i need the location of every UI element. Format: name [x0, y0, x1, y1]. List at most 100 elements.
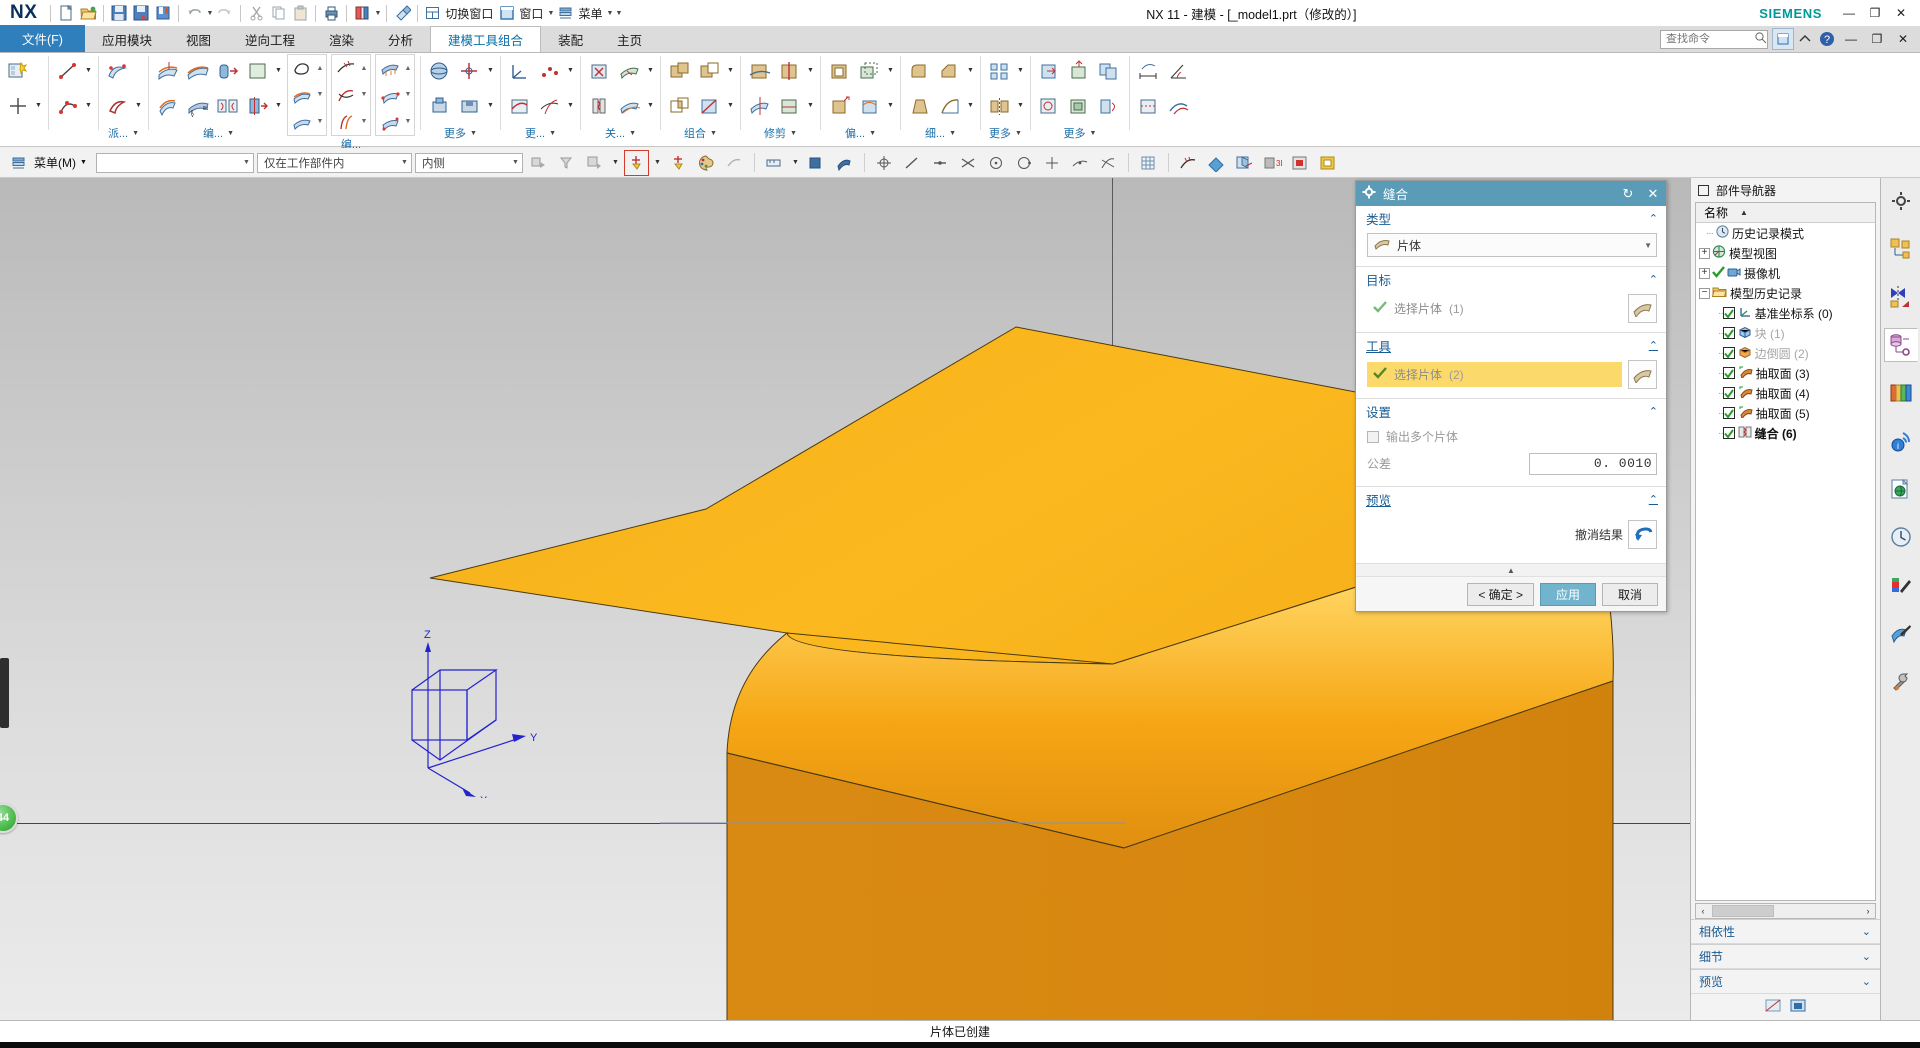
chevron-double-down-icon[interactable]: ▼: [403, 118, 413, 125]
chevron-down-icon[interactable]: ▼: [805, 55, 816, 86]
list-item[interactable]: ·· 抽取面 (4): [1696, 383, 1875, 403]
preview-off-icon[interactable]: [1765, 998, 1782, 1016]
dialog-header[interactable]: 缝合 ↻ ✕: [1356, 181, 1666, 206]
panel-resize-handle[interactable]: [0, 658, 9, 728]
chevron-down-icon[interactable]: ▼: [869, 130, 876, 137]
chevron-down-icon[interactable]: ▼: [1644, 241, 1652, 250]
chevron-down-icon[interactable]: ⌄: [1862, 925, 1871, 938]
chevron-down-icon[interactable]: ▼: [565, 90, 576, 121]
chevron-down-icon[interactable]: ▼: [227, 130, 234, 137]
chevron-down-icon[interactable]: ▼: [401, 159, 408, 166]
thicken-icon[interactable]: [615, 90, 645, 121]
chevron-up-icon[interactable]: ▲: [315, 65, 325, 72]
save-as-icon[interactable]: [130, 2, 152, 24]
mirror-geometry-icon[interactable]: [213, 90, 243, 121]
chevron-down-icon[interactable]: ▼: [725, 55, 736, 86]
ribbon-group-label-combine[interactable]: 组合 ▼: [664, 123, 737, 143]
face-body-icon[interactable]: [832, 150, 857, 176]
settings-gear-icon[interactable]: [1884, 184, 1918, 218]
chevron-down-icon[interactable]: ⌄: [1862, 950, 1871, 963]
chevron-down-icon[interactable]: ▼: [485, 55, 496, 86]
list-item[interactable]: + 摄像机: [1696, 263, 1875, 283]
search-icon[interactable]: [1754, 31, 1767, 47]
list-item[interactable]: ·· 块 (1): [1696, 323, 1875, 343]
chevron-down-icon[interactable]: ▼: [1090, 130, 1097, 137]
sew-icon[interactable]: [585, 90, 615, 121]
menu-button[interactable]: 菜单(M) ▼: [34, 154, 93, 171]
selection-side-combo[interactable]: 内侧 ▼: [414, 152, 523, 173]
chevron-down-icon[interactable]: ▼: [1015, 130, 1022, 137]
render-style-icon[interactable]: [1316, 150, 1341, 176]
minimize-button[interactable]: —: [1836, 3, 1862, 23]
minimize-ribbon-icon[interactable]: [1794, 28, 1816, 50]
menu-stack-icon[interactable]: [555, 2, 577, 24]
chevron-down-icon[interactable]: ▼: [80, 159, 87, 166]
visibility-checkbox[interactable]: [1722, 327, 1735, 339]
doc-restore-button[interactable]: ❐: [1864, 29, 1890, 49]
close-icon[interactable]: ✕: [1644, 185, 1662, 203]
menu-label[interactable]: 菜单: [577, 5, 605, 22]
point-on-curve-icon[interactable]: [872, 150, 897, 176]
datum-csys-icon[interactable]: [505, 55, 535, 86]
chevron-down-icon[interactable]: ▼: [1015, 90, 1026, 121]
section-header-settings[interactable]: 设置 ⌃: [1356, 399, 1666, 424]
quadrant-point-icon[interactable]: [1012, 150, 1037, 176]
pattern-feature-icon[interactable]: [985, 55, 1015, 86]
chevron-down-icon[interactable]: ▼: [33, 90, 44, 121]
ribbon-group-label-edit[interactable]: 编... ▼: [152, 123, 285, 143]
resize-face-icon[interactable]: [1035, 90, 1065, 121]
chevron-double-down-icon[interactable]: ▼: [315, 118, 325, 125]
ribbon-group-label-pattern[interactable]: 更多 ▼: [984, 123, 1027, 143]
chevron-down-icon[interactable]: ▼: [710, 130, 717, 137]
chevron-down-icon[interactable]: ▼: [645, 90, 656, 121]
chevron-up-icon[interactable]: ⌃: [1649, 273, 1658, 286]
chevron-down-icon[interactable]: ▼: [273, 90, 284, 121]
select-edge-icon[interactable]: [722, 150, 747, 176]
chevron-down-icon[interactable]: ▼: [83, 55, 94, 86]
list-item[interactable]: + 模型视图: [1696, 243, 1875, 263]
part-navigator-tree[interactable]: 名称 ▲ ··· 历史记录模式 + 模型视图 + 摄像机 − 模型历史记录 ··…: [1695, 202, 1876, 901]
solid-body-icon[interactable]: [804, 150, 829, 176]
list-item[interactable]: ·· 基准坐标系 (0): [1696, 303, 1875, 323]
tool-select-field[interactable]: 选择片体 (2): [1367, 362, 1622, 387]
chevron-down-icon[interactable]: ▼: [645, 55, 656, 86]
tab-home[interactable]: 主页: [600, 26, 659, 52]
tab-assembly[interactable]: 装配: [541, 26, 600, 52]
doc-close-button[interactable]: ✕: [1890, 29, 1916, 49]
patch-icon[interactable]: [615, 55, 645, 86]
project-curve-icon[interactable]: [103, 90, 133, 121]
tool-select-button[interactable]: [1628, 360, 1657, 389]
chevron-down-icon[interactable]: ▼: [315, 91, 325, 98]
chevron-down-icon[interactable]: ▼: [243, 159, 250, 166]
divide-face-icon[interactable]: [775, 90, 805, 121]
trim-body-icon[interactable]: [745, 55, 775, 86]
line-icon[interactable]: [53, 55, 83, 86]
section-preview[interactable]: 预览 ⌄: [1691, 969, 1880, 994]
visibility-checkbox[interactable]: [1722, 427, 1735, 439]
system-materials-icon[interactable]: [1884, 568, 1918, 602]
offset-3d-curve-icon[interactable]: [333, 109, 359, 134]
measure-angle-icon[interactable]: [1164, 55, 1194, 86]
list-item[interactable]: ·· 抽取面 (3): [1696, 363, 1875, 383]
output-multiple-sheets-checkbox[interactable]: [1367, 430, 1379, 443]
face-blend-icon[interactable]: [935, 90, 965, 121]
window-label[interactable]: 窗口: [518, 5, 546, 22]
ribbon-group-label-more2[interactable]: 更多 ▼: [424, 123, 497, 143]
unite-icon[interactable]: [665, 55, 695, 86]
scroll-thumb[interactable]: [1712, 905, 1774, 917]
subtract-icon[interactable]: [695, 55, 725, 86]
tolerance-input[interactable]: 0. 0010: [1529, 452, 1657, 475]
chamfer-icon[interactable]: [935, 55, 965, 86]
orient-view-icon[interactable]: [1232, 150, 1257, 176]
chevron-down-icon[interactable]: ▼: [1015, 55, 1026, 86]
section-analysis-icon[interactable]: [1134, 90, 1164, 121]
visibility-checkbox[interactable]: [1722, 347, 1735, 359]
chevron-down-icon[interactable]: ▼: [373, 2, 382, 24]
section-header-target[interactable]: 目标 ⌃: [1356, 267, 1666, 292]
bounded-plane-icon[interactable]: [289, 56, 315, 81]
chevron-down-icon[interactable]: ▼: [273, 55, 284, 86]
trim-sheet2-icon[interactable]: [745, 90, 775, 121]
measure-distance-icon[interactable]: [1134, 55, 1164, 86]
undo-result-button[interactable]: [1628, 519, 1657, 549]
ribbon-display-icon[interactable]: [1772, 28, 1794, 50]
